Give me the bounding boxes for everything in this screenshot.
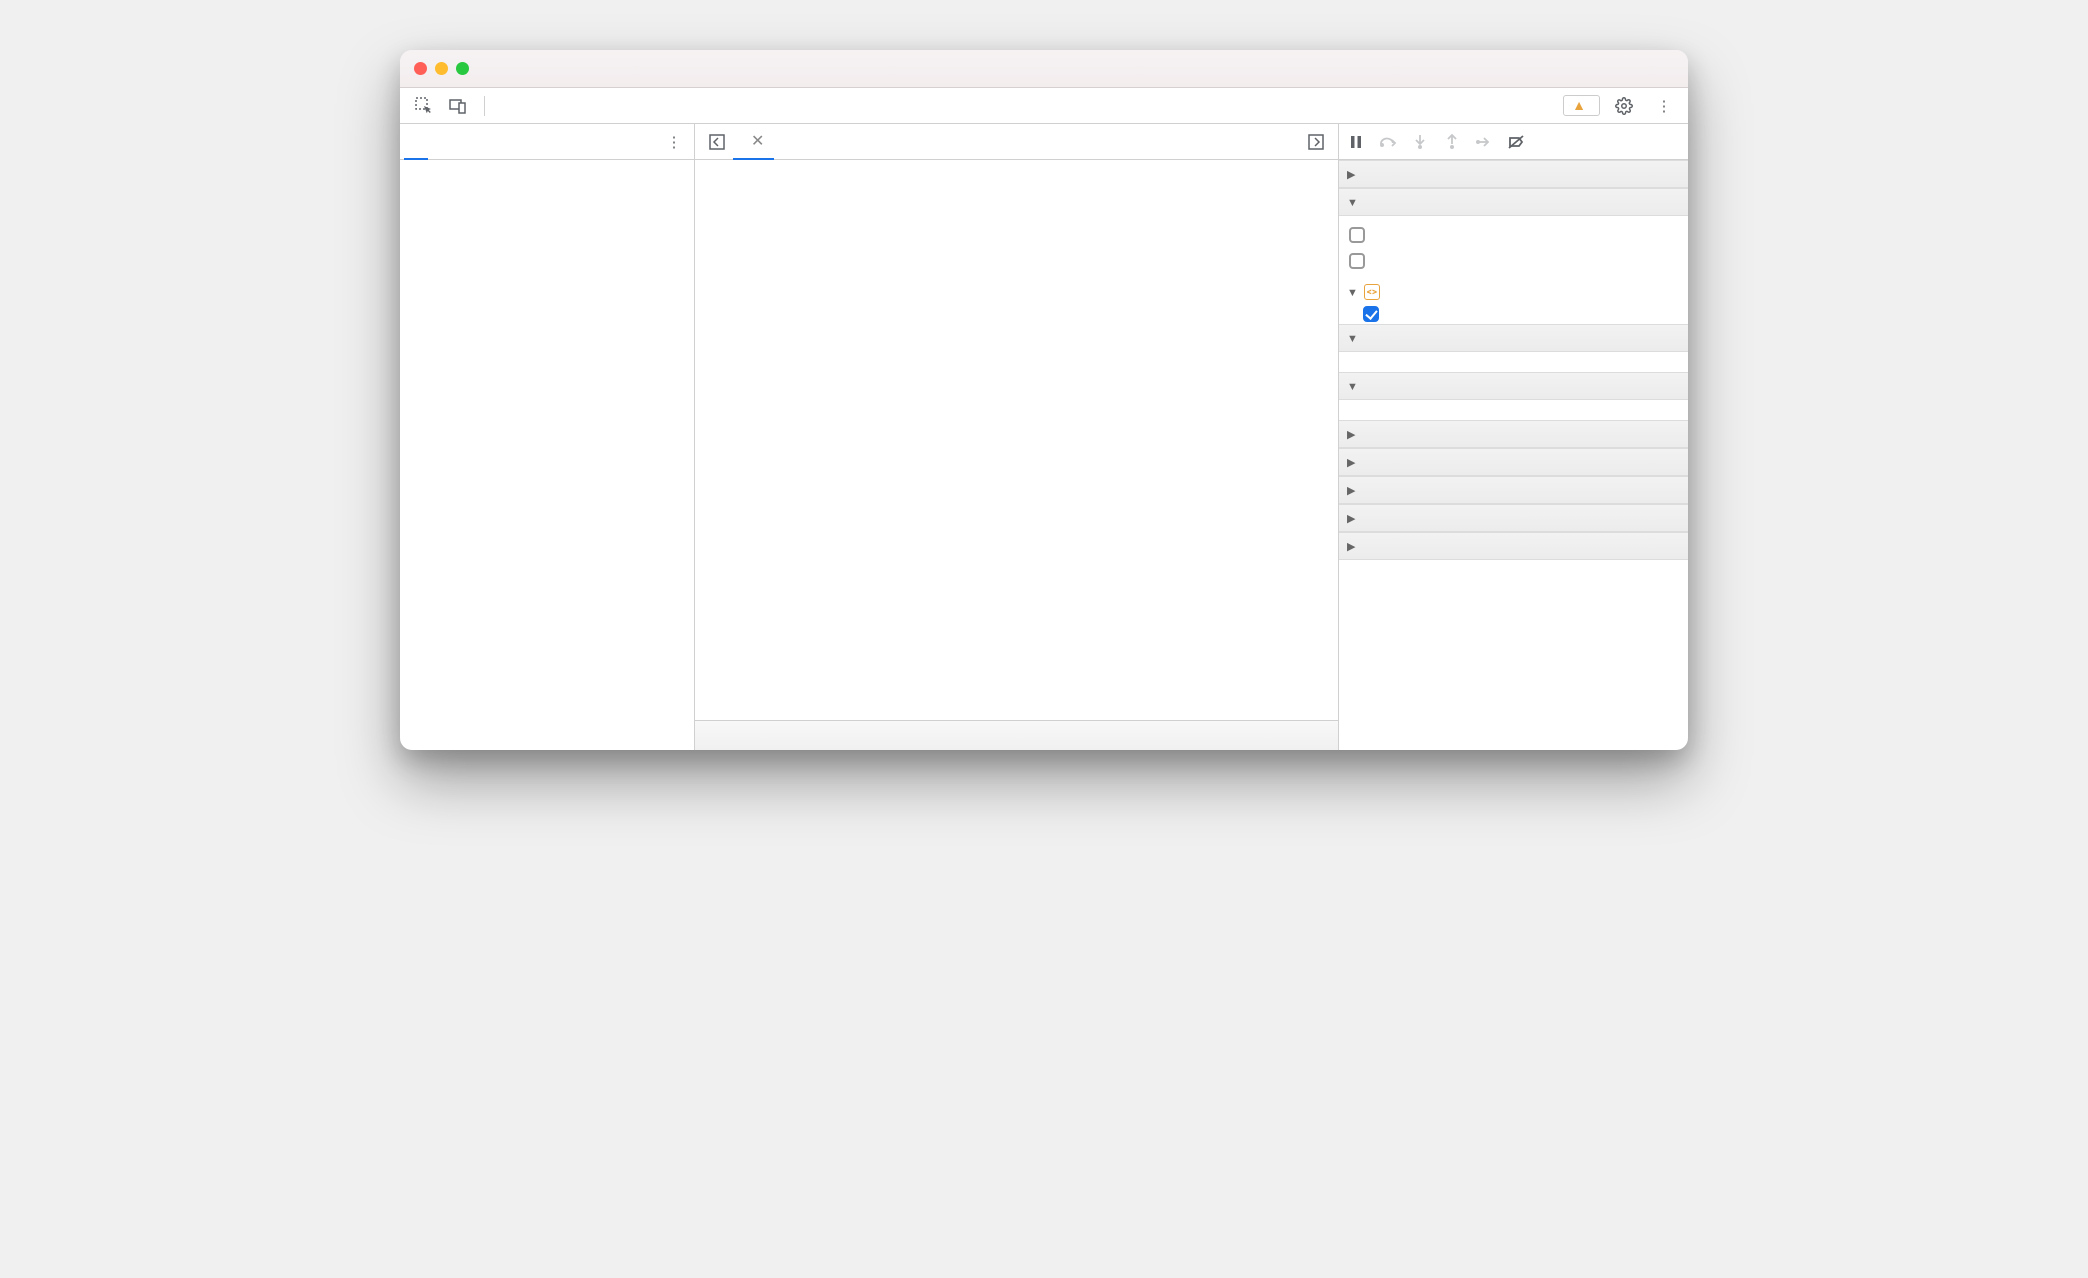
chevron-right-icon: ▶: [1347, 484, 1359, 497]
breakpoint-file-row[interactable]: ▼ <>: [1339, 280, 1688, 304]
global-listeners-header[interactable]: ▶: [1339, 476, 1688, 504]
editor-panel: ✕: [695, 124, 1338, 750]
debugger-toolbar: [1339, 124, 1688, 160]
pause-icon[interactable]: [1347, 133, 1365, 151]
nav-overflow-icon[interactable]: [456, 130, 480, 154]
scope-not-paused: [1339, 352, 1688, 372]
device-mode-icon[interactable]: [446, 94, 470, 118]
titlebar: [400, 50, 1688, 88]
more-icon[interactable]: ⋮: [1652, 94, 1676, 118]
chevron-down-icon: ▼: [1347, 196, 1359, 209]
navigator-panel: ⋮: [400, 124, 695, 750]
code-editor[interactable]: [695, 160, 1338, 720]
chevron-right-icon: ▶: [1347, 168, 1359, 181]
traffic-lights[interactable]: [414, 62, 469, 75]
step-into-icon[interactable]: [1411, 133, 1429, 151]
file-tab-mandelbrot[interactable]: ✕: [733, 124, 774, 160]
source-badge-icon: <>: [1364, 284, 1380, 300]
dom-bp-header[interactable]: ▶: [1339, 448, 1688, 476]
chevron-right-icon: ▶: [1347, 540, 1359, 553]
divider: [484, 96, 485, 116]
warning-icon: ▲: [1572, 97, 1586, 114]
chevron-right-icon: ▶: [1347, 456, 1359, 469]
deactivate-breakpoints-icon[interactable]: [1507, 133, 1525, 151]
breakpoints-body: [1339, 216, 1688, 280]
close-tab-icon[interactable]: ✕: [751, 131, 764, 150]
navigator-tabs: ⋮: [400, 124, 694, 160]
checkbox-checked-icon[interactable]: [1363, 306, 1379, 322]
show-navigator-icon[interactable]: [705, 130, 729, 154]
checkbox-icon[interactable]: [1349, 227, 1365, 243]
warnings-badge[interactable]: ▲: [1563, 95, 1600, 116]
chevron-right-icon: ▶: [1347, 428, 1359, 441]
file-tree: [400, 160, 694, 750]
code-area[interactable]: [759, 160, 1338, 720]
main-toolbar: ▲ ⋮: [400, 88, 1688, 124]
callstack-header[interactable]: ▼: [1339, 372, 1688, 400]
step-over-icon[interactable]: [1379, 133, 1397, 151]
pause-uncaught-row[interactable]: [1349, 222, 1678, 248]
chevron-down-icon: ▼: [1347, 380, 1359, 393]
file-tabs: ✕: [695, 124, 1338, 160]
step-out-icon[interactable]: [1443, 133, 1461, 151]
chevron-right-icon: ▶: [1347, 512, 1359, 525]
checkbox-icon[interactable]: [1349, 253, 1365, 269]
chevron-down-icon: ▼: [1347, 332, 1359, 345]
csp-bp-header[interactable]: ▶: [1339, 532, 1688, 560]
nav-more-icon[interactable]: ⋮: [662, 130, 686, 154]
debugger-panel: ▶ ▼ ▼ <> ▼ ▼ ▶ ▶: [1338, 124, 1688, 750]
devtools-window: ▲ ⋮ ⋮: [400, 50, 1688, 750]
step-icon[interactable]: [1475, 133, 1493, 151]
settings-icon[interactable]: [1612, 94, 1636, 118]
scope-header[interactable]: ▼: [1339, 324, 1688, 352]
chevron-down-icon: ▼: [1347, 286, 1358, 299]
xhr-header[interactable]: ▶: [1339, 420, 1688, 448]
pause-caught-row[interactable]: [1349, 248, 1678, 274]
status-bar: [695, 720, 1338, 750]
event-bp-header[interactable]: ▶: [1339, 504, 1688, 532]
watch-header[interactable]: ▶: [1339, 160, 1688, 188]
callstack-not-paused: [1339, 400, 1688, 420]
minimize-icon[interactable]: [435, 62, 448, 75]
nav-tab-page[interactable]: [404, 124, 428, 160]
inspect-icon[interactable]: [412, 94, 436, 118]
breakpoints-header[interactable]: ▼: [1339, 188, 1688, 216]
show-debugger-icon[interactable]: [1304, 130, 1328, 154]
maximize-icon[interactable]: [456, 62, 469, 75]
close-icon[interactable]: [414, 62, 427, 75]
overflow-tabs-icon[interactable]: [501, 94, 525, 118]
nav-tab-filesystem[interactable]: [428, 124, 452, 160]
line-gutter[interactable]: [695, 160, 759, 720]
breakpoint-line-row[interactable]: [1339, 304, 1688, 324]
